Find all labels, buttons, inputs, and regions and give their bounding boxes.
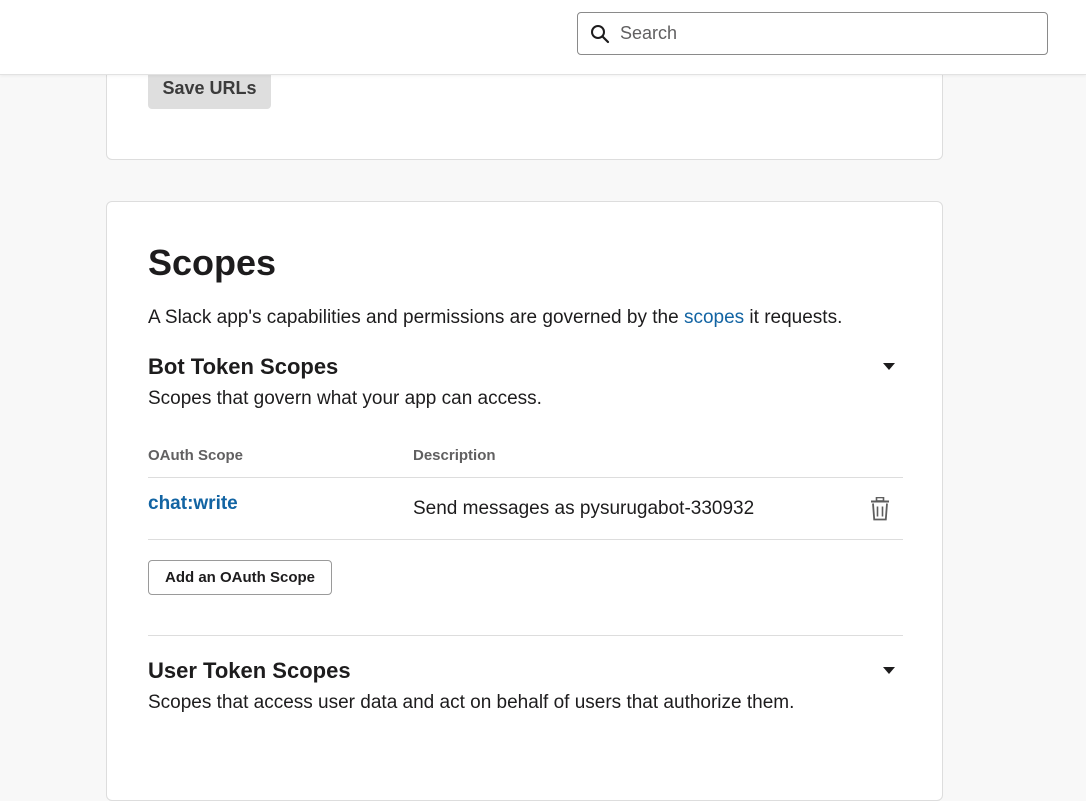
scope-description: Send messages as pysurugabot-330932 bbox=[413, 498, 755, 519]
scope-name-link[interactable]: chat:write bbox=[148, 493, 238, 515]
bot-token-scopes-heading: Bot Token Scopes bbox=[148, 354, 339, 379]
scopes-link[interactable]: scopes bbox=[684, 307, 744, 328]
user-token-scopes-heading: User Token Scopes bbox=[148, 658, 351, 683]
column-header-description: Description bbox=[413, 447, 496, 464]
search-box[interactable] bbox=[577, 12, 1048, 55]
intro-text-after: it requests. bbox=[744, 307, 843, 328]
table-divider bbox=[148, 539, 903, 540]
scopes-card: Scopes A Slack app's capabilities and pe… bbox=[106, 201, 943, 801]
table-divider bbox=[148, 477, 903, 478]
add-oauth-scope-button[interactable]: Add an OAuth Scope bbox=[148, 560, 332, 595]
section-divider bbox=[148, 635, 903, 636]
bot-scopes-caret-down-icon[interactable] bbox=[883, 363, 895, 370]
bot-token-scopes-subtitle: Scopes that govern what your app can acc… bbox=[148, 388, 542, 409]
search-icon bbox=[590, 23, 612, 45]
top-bar bbox=[0, 0, 1086, 75]
user-token-scopes-subtitle: Scopes that access user data and act on … bbox=[148, 692, 795, 713]
trash-icon[interactable] bbox=[869, 496, 891, 521]
search-input[interactable] bbox=[618, 22, 1022, 45]
user-scopes-caret-down-icon[interactable] bbox=[883, 667, 895, 674]
scopes-intro: A Slack app's capabilities and permissio… bbox=[148, 307, 842, 329]
intro-text-before: A Slack app's capabilities and permissio… bbox=[148, 307, 684, 328]
column-header-oauth-scope: OAuth Scope bbox=[148, 447, 244, 464]
scopes-title: Scopes bbox=[148, 242, 277, 283]
